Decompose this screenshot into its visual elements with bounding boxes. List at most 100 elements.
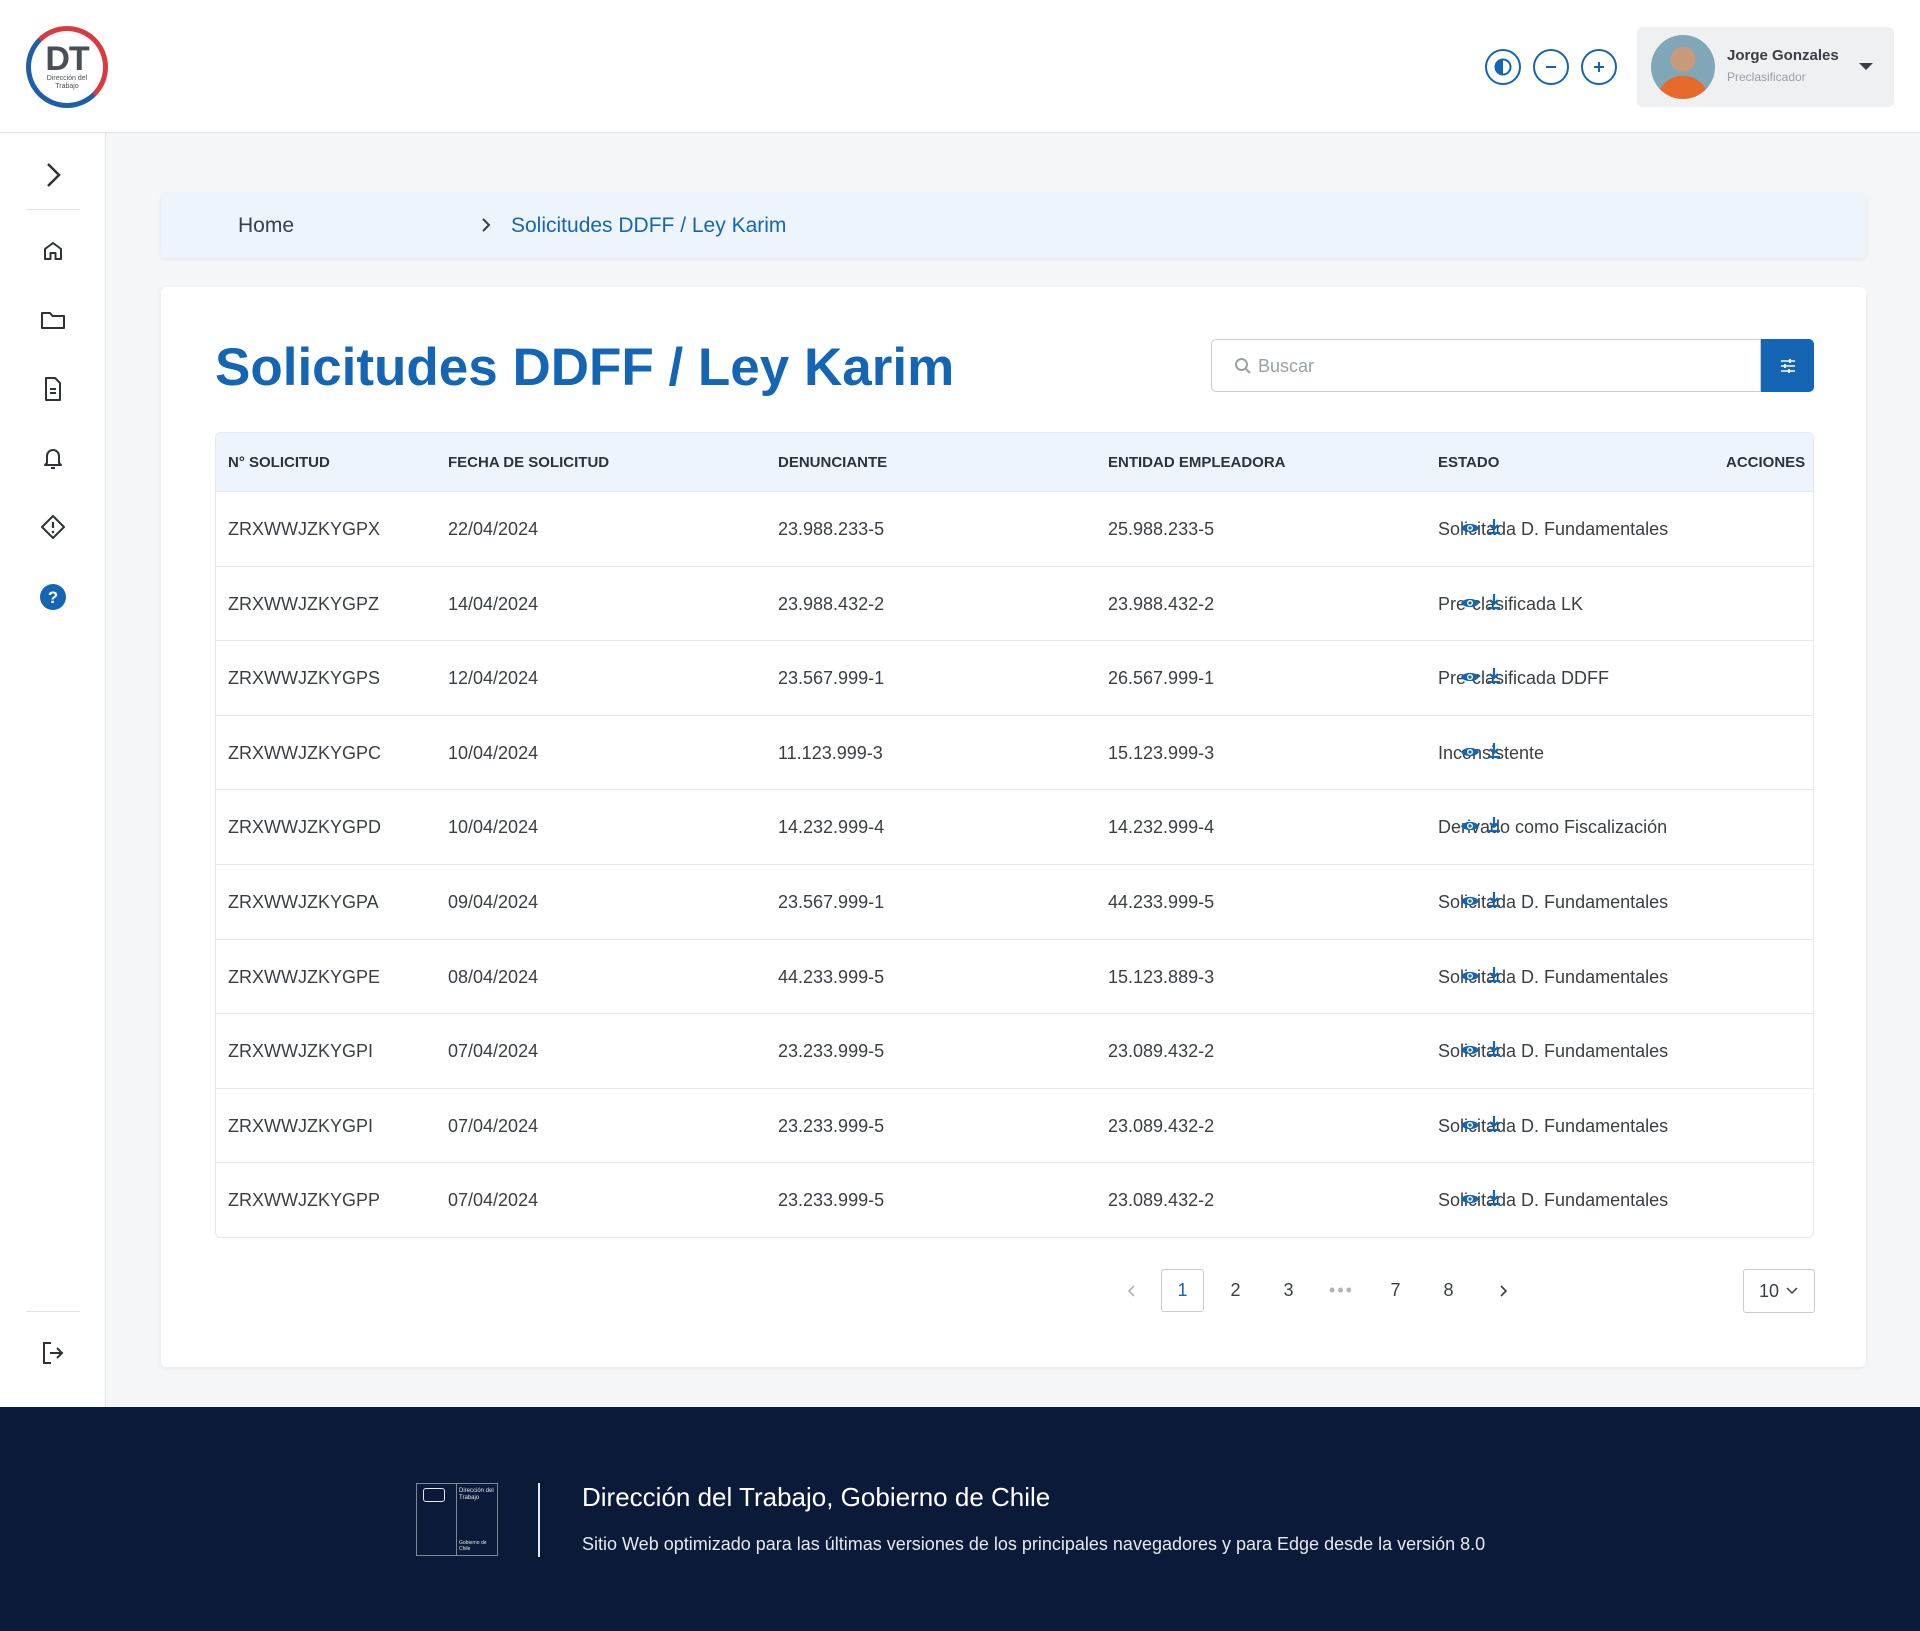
- sidebar-item-help[interactable]: ?: [33, 577, 73, 617]
- logo-divider: [417, 1484, 457, 1555]
- view-icon[interactable]: [1460, 670, 1480, 689]
- sidebar-expand-button[interactable]: [33, 155, 73, 195]
- cell-number: ZRXWWJZKYGPZ: [228, 593, 379, 614]
- bell-icon: [44, 449, 62, 469]
- table-row: ZRXWWJZKYGPE 08/04/2024 44.233.999-5 15.123…: [216, 938, 1813, 1014]
- download-icon[interactable]: [1486, 593, 1502, 616]
- view-icon[interactable]: [1460, 521, 1480, 540]
- search-icon: [1234, 357, 1252, 380]
- view-icon[interactable]: [1460, 1118, 1480, 1137]
- pagination-page[interactable]: 7: [1374, 1269, 1417, 1312]
- sidebar-divider: [26, 209, 80, 210]
- view-icon[interactable]: [1460, 745, 1480, 764]
- column-header-number: N° SOLICITUD: [228, 454, 330, 471]
- cell-complainant: 23.567.999-1: [778, 891, 885, 912]
- cell-employer: 23.089.432-2: [1108, 1115, 1215, 1136]
- help-icon: ?: [40, 584, 66, 610]
- sidebar-item-folders[interactable]: [33, 300, 73, 340]
- cell-number: ZRXWWJZKYGPC: [228, 742, 381, 763]
- footer: Dirección del Trabajo Gobierno de Chile …: [0, 1407, 1920, 1631]
- caret-down-icon: [1859, 63, 1873, 70]
- footer-title: Dirección del Trabajo, Gobierno de Chile: [582, 1482, 1051, 1512]
- sidebar-item-home[interactable]: [33, 231, 73, 271]
- table-row: ZRXWWJZKYGPD 10/04/2024 14.232.999-4 14.232…: [216, 789, 1813, 864]
- column-header-employer: ENTIDAD EMPLEADORA: [1108, 454, 1286, 471]
- dt-logo[interactable]: DT Dirección del Trabajo: [26, 26, 108, 108]
- main-card: Solicitudes DDFF / Ley Karim N° SOLICITU…: [161, 287, 1866, 1367]
- download-icon[interactable]: [1486, 1040, 1502, 1063]
- cell-number: ZRXWWJZKYGPD: [228, 817, 381, 838]
- download-icon[interactable]: [1486, 816, 1502, 839]
- increase-font-button[interactable]: [1581, 49, 1617, 85]
- view-icon[interactable]: [1460, 894, 1480, 913]
- download-icon[interactable]: [1486, 891, 1502, 914]
- contrast-toggle-button[interactable]: [1485, 49, 1521, 85]
- view-icon[interactable]: [1460, 969, 1480, 988]
- download-icon[interactable]: [1486, 966, 1502, 989]
- breadcrumb: Home Solicitudes DDFF / Ley Karim: [161, 192, 1866, 258]
- pagination-ellipsis[interactable]: •••: [1320, 1269, 1363, 1312]
- chevron-right-icon: [479, 214, 493, 241]
- footer-logo-bottom: Gobierno de Chile: [459, 1540, 487, 1552]
- breadcrumb-home[interactable]: Home: [238, 214, 294, 238]
- download-icon[interactable]: [1486, 667, 1502, 690]
- cell-employer: 15.123.999-3: [1108, 742, 1215, 763]
- cell-complainant: 23.233.999-5: [778, 1041, 885, 1062]
- cell-number: ZRXWWJZKYGPI: [228, 1115, 373, 1136]
- home-icon: [44, 242, 62, 260]
- cell-date: 08/04/2024: [448, 966, 539, 987]
- view-icon[interactable]: [1460, 596, 1480, 615]
- view-icon[interactable]: [1460, 1192, 1480, 1211]
- breadcrumb-current[interactable]: Solicitudes DDFF / Ley Karim: [511, 214, 786, 238]
- cell-date: 07/04/2024: [448, 1190, 539, 1211]
- decrease-font-button[interactable]: [1533, 49, 1569, 85]
- footer-divider: [538, 1483, 540, 1557]
- document-icon: [45, 377, 61, 401]
- table-row: ZRXWWJZKYGPX 22/04/2024 23.988.233-5 25.988…: [216, 491, 1813, 566]
- table-row: ZRXWWJZKYGPC 10/04/2024 11.123.999-3 15.123…: [216, 714, 1813, 790]
- contrast-icon: [1494, 58, 1512, 76]
- table-row: ZRXWWJZKYGPS 12/04/2024 23.567.999-1 26.567…: [216, 640, 1813, 715]
- cell-complainant: 23.567.999-1: [778, 668, 885, 689]
- cell-employer: 23.089.432-2: [1108, 1190, 1215, 1211]
- sidebar-item-notifications[interactable]: [33, 438, 73, 478]
- sidebar-item-documents[interactable]: [33, 369, 73, 409]
- view-icon[interactable]: [1460, 819, 1480, 838]
- pagination-page[interactable]: 1: [1161, 1269, 1204, 1312]
- logo-text: DT: [45, 40, 89, 78]
- page-title: Solicitudes DDFF / Ley Karim: [215, 338, 955, 397]
- chevron-right-icon: [47, 163, 61, 187]
- download-icon[interactable]: [1486, 1189, 1502, 1212]
- page-size-select[interactable]: 10: [1743, 1269, 1815, 1313]
- pagination-page[interactable]: 8: [1427, 1269, 1470, 1312]
- coat-of-arms-icon: [423, 1488, 445, 1502]
- user-name: Jorge Gonzales: [1727, 47, 1839, 64]
- cell-date: 14/04/2024: [448, 593, 539, 614]
- table-row: ZRXWWJZKYGPZ 14/04/2024 23.988.432-2 23.988…: [216, 565, 1813, 641]
- sidebar-item-alerts[interactable]: [33, 507, 73, 547]
- pagination-next-button[interactable]: [1481, 1269, 1524, 1312]
- column-header-complainant: DENUNCIANTE: [778, 454, 888, 471]
- pagination-page[interactable]: 2: [1214, 1269, 1257, 1312]
- download-icon[interactable]: [1486, 518, 1502, 541]
- top-header: DT Dirección del Trabajo Jorge Gonzales …: [0, 0, 1920, 133]
- logout-button[interactable]: [33, 1333, 73, 1373]
- logout-icon: [43, 1342, 64, 1364]
- filter-button[interactable]: [1761, 339, 1814, 392]
- user-menu[interactable]: Jorge Gonzales Preclasificador: [1637, 27, 1894, 107]
- search-input[interactable]: [1258, 352, 1738, 380]
- cell-complainant: 23.988.432-2: [778, 593, 885, 614]
- sidebar-divider: [26, 1311, 80, 1312]
- pagination-page[interactable]: 3: [1267, 1269, 1310, 1312]
- view-icon[interactable]: [1460, 1043, 1480, 1062]
- cell-complainant: 11.123.999-3: [778, 742, 883, 763]
- table-row: ZRXWWJZKYGPA 09/04/2024 23.567.999-1 44.233…: [216, 863, 1813, 939]
- table-row: ZRXWWJZKYGPP 07/04/2024 23.233.999-5 23.089…: [216, 1162, 1813, 1237]
- cell-number: ZRXWWJZKYGPS: [228, 668, 380, 689]
- cell-number: ZRXWWJZKYGPE: [228, 966, 380, 987]
- sidebar: ?: [0, 133, 106, 1407]
- download-icon[interactable]: [1486, 742, 1502, 765]
- download-icon[interactable]: [1486, 1115, 1502, 1138]
- requests-table: N° SOLICITUD FECHA DE SOLICITUD DENUNCIA…: [215, 432, 1814, 1238]
- pagination-prev-button[interactable]: [1110, 1269, 1153, 1312]
